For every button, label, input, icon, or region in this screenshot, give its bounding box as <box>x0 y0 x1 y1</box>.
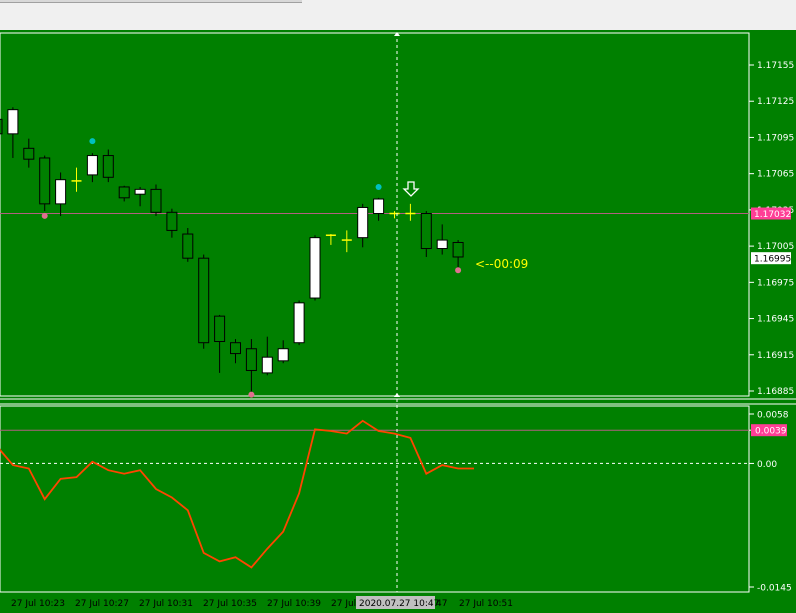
toolbar-area <box>0 0 796 30</box>
window-tab[interactable] <box>0 0 302 3</box>
candle-body <box>86 155 98 176</box>
time-axis-label: 27 Jul 10:31 <box>139 599 193 609</box>
indicator-axis-label: 0.0058 <box>757 411 789 421</box>
price-axis-label: 1.16975 <box>757 278 794 288</box>
time-axis-label: 27 Jul 10:27 <box>75 599 129 609</box>
indicator-level-tag-label: 0.0039 <box>755 427 787 437</box>
price-axis-label: 1.16945 <box>757 315 794 325</box>
fractal-down-marker <box>41 212 48 219</box>
candle-body <box>357 206 369 239</box>
fractal-down-marker <box>455 267 462 274</box>
candle-body <box>166 211 178 231</box>
crosshair-time-label: 2020.07.27 10:47 <box>359 599 439 609</box>
price-axis-label: 1.17005 <box>757 242 794 252</box>
candle-body <box>23 147 35 160</box>
candle-body <box>245 348 257 371</box>
candle-body <box>118 186 130 199</box>
indicator-panel-background[interactable] <box>0 405 796 613</box>
candle-body <box>134 188 146 195</box>
candle-body <box>39 157 51 205</box>
time-axis-label: 27 Jul 10:39 <box>267 599 321 609</box>
time-axis-label: 27 Jul 10:35 <box>203 599 257 609</box>
price-axis-label: 1.17065 <box>757 170 794 180</box>
countdown-label: <--00:09 <box>475 257 528 271</box>
candle-body <box>277 348 289 362</box>
chart-window[interactable]: 1.171551.171251.170951.170651.170351.170… <box>0 30 796 613</box>
fractal-up-marker <box>89 138 96 145</box>
candle-body <box>198 257 210 344</box>
price-axis-label: 1.17155 <box>757 61 794 71</box>
candle-body <box>436 239 448 250</box>
fractal-up-marker <box>375 183 382 190</box>
price-axis-label: 1.16885 <box>757 387 794 397</box>
fractal-down-marker <box>248 391 255 398</box>
candle-body <box>102 155 114 178</box>
last-price-tag-label: 1.16995 <box>754 255 791 265</box>
candle-body <box>309 237 321 299</box>
candle-body <box>230 342 241 355</box>
candle-body <box>7 109 19 135</box>
candle-body <box>420 213 432 250</box>
candle-body <box>452 241 464 258</box>
candle-body <box>55 179 67 205</box>
time-axis-label: 27 Jul 10:23 <box>11 599 65 609</box>
candle-body <box>293 302 305 344</box>
candle-body <box>150 188 162 213</box>
candle-body <box>0 118 3 135</box>
candle-body <box>261 356 273 374</box>
indicator-axis-label: -0.0145 <box>757 584 792 594</box>
candle-body <box>182 233 194 259</box>
candle-body <box>373 198 385 215</box>
indicator-axis-label: 0.00 <box>757 460 777 470</box>
candle-body <box>214 315 226 342</box>
time-axis-label: 27 Jul 10:51 <box>459 599 513 609</box>
price-axis-label: 1.17125 <box>757 97 794 107</box>
price-axis-label: 1.17095 <box>757 133 794 143</box>
price-axis-label: 1.16915 <box>757 351 794 361</box>
bid-price-tag-label: 1.17032 <box>754 210 791 220</box>
